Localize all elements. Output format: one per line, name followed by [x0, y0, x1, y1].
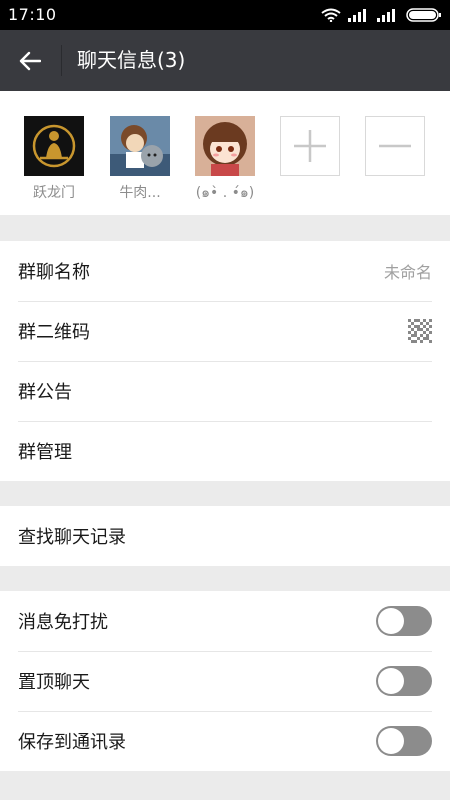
pin-chat-row[interactable]: 置顶聊天: [0, 651, 450, 711]
toggle-knob: [378, 728, 404, 754]
appbar-divider: [61, 45, 62, 76]
back-button[interactable]: [10, 41, 50, 81]
chat-options-section: 消息免打扰 置顶聊天 保存到通讯录: [0, 591, 450, 771]
remove-member-button[interactable]: [365, 116, 425, 176]
add-member-button[interactable]: [280, 116, 340, 176]
signal-icon-sim1: [348, 9, 366, 22]
plus-icon: [294, 130, 326, 162]
member-name: (๑•̀ . •́๑): [195, 185, 255, 201]
app-bar: 聊天信息(3): [0, 30, 450, 91]
mute-notifications-toggle[interactable]: [376, 606, 432, 636]
save-to-contacts-toggle[interactable]: [376, 726, 432, 756]
group-qrcode-label: 群二维码: [18, 322, 90, 343]
toggle-knob: [378, 668, 404, 694]
toggle-knob: [378, 608, 404, 634]
member-name: 牛肉...: [119, 185, 161, 201]
member-item[interactable]: 牛肉...: [105, 116, 175, 206]
minus-icon: [379, 144, 411, 148]
pin-chat-label: 置顶聊天: [18, 672, 90, 693]
page-title: 聊天信息(3): [77, 48, 186, 72]
group-management-label: 群管理: [18, 442, 72, 463]
status-icons: [321, 8, 442, 22]
group-qrcode-row[interactable]: 群二维码: [0, 301, 450, 361]
member-name: 跃龙门: [33, 185, 75, 201]
status-time: 17:10: [8, 5, 57, 24]
avatar[interactable]: [24, 116, 84, 176]
wifi-icon: [321, 8, 341, 22]
group-name-row[interactable]: 群聊名称 未命名: [0, 241, 450, 301]
qrcode-icon: [408, 319, 432, 343]
group-announcement-row[interactable]: 群公告: [0, 361, 450, 421]
member-item[interactable]: (๑•̀ . •́๑): [190, 116, 260, 206]
search-chat-history-label: 查找聊天记录: [18, 527, 126, 548]
group-name-value: 未命名: [383, 263, 432, 282]
battery-icon: [406, 8, 441, 22]
member-list: 跃龙门 牛肉... (๑•̀ . •́๑): [0, 91, 450, 215]
member-item[interactable]: 跃龙门: [19, 116, 89, 206]
avatar[interactable]: [110, 116, 170, 176]
mute-notifications-label: 消息免打扰: [18, 612, 108, 633]
mute-notifications-row[interactable]: 消息免打扰: [0, 591, 450, 651]
back-arrow-icon: [19, 51, 41, 71]
status-bar: 17:10: [0, 0, 450, 30]
save-to-contacts-row[interactable]: 保存到通讯录: [0, 711, 450, 771]
search-chat-history-row[interactable]: 查找聊天记录: [0, 506, 450, 566]
search-section: 查找聊天记录: [0, 506, 450, 566]
group-management-row[interactable]: 群管理: [0, 421, 450, 481]
group-settings-section: 群聊名称 未命名 群二维码 群公告 群管理: [0, 241, 450, 481]
signal-icon-sim2: [377, 9, 395, 22]
save-to-contacts-label: 保存到通讯录: [18, 732, 126, 753]
avatar[interactable]: [195, 116, 255, 176]
group-announcement-label: 群公告: [18, 382, 72, 403]
pin-chat-toggle[interactable]: [376, 666, 432, 696]
group-name-label: 群聊名称: [18, 262, 90, 283]
